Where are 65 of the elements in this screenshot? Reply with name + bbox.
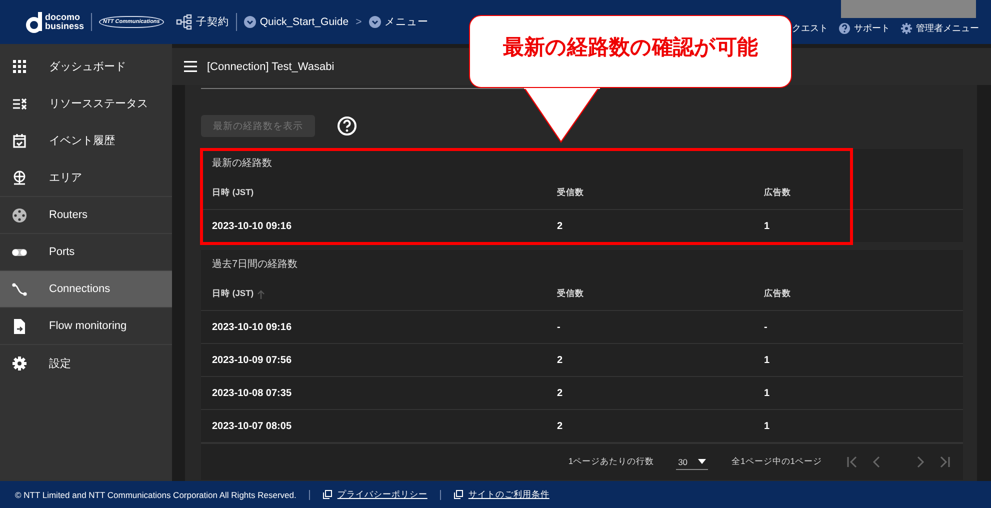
table-cell-text: 2 <box>557 420 564 432</box>
copyright-text: © NTT Limited and NTT Communications Corporation All Rights Reserved. <box>15 490 296 500</box>
table-cell-text: 2023-10-07 08:05 <box>212 420 293 432</box>
sidebar-item[interactable]: リソースステータス <box>0 85 172 122</box>
sidebar-item[interactable]: ダッシュボード <box>0 48 172 85</box>
table-cell-text: 2023-10-08 07:35 <box>212 388 293 398</box>
footer-link[interactable]: プライバシーポリシー <box>323 488 428 500</box>
breadcrumb-dropdown[interactable]: Quick_Start_Guide <box>244 16 349 28</box>
globe-icon <box>12 170 27 185</box>
table-cell-text: 2023-10-10 09:16 <box>212 220 293 232</box>
help-icon[interactable] <box>337 116 357 136</box>
menu-icon[interactable] <box>184 61 197 72</box>
chevron-circle-icon <box>244 16 256 28</box>
sidebar-item[interactable]: イベント履歴 <box>0 122 172 159</box>
external-link-icon <box>323 490 332 499</box>
footer-link[interactable]: サイトのご利用条件 <box>454 488 550 500</box>
header-link[interactable]: クエスト <box>792 22 828 35</box>
checklist-icon <box>12 96 27 111</box>
route-icon <box>12 282 27 296</box>
column-header[interactable]: 広告数 <box>764 288 963 300</box>
hierarchy-icon <box>176 14 192 30</box>
header-link[interactable]: 管理者メニュー <box>901 22 979 35</box>
first-page-icon[interactable] <box>846 456 858 468</box>
sidebar-item[interactable]: Connections <box>0 270 172 307</box>
table-title: 最新の経路数 <box>211 156 273 171</box>
page-title: [Connection] Test_Wasabi <box>207 60 334 72</box>
table-cell-text: - <box>764 322 768 332</box>
contract-menu[interactable]: 子契約 <box>176 14 229 30</box>
page-range-label: 全1ページ中の1ページ <box>732 456 822 468</box>
caret-icon <box>698 459 706 464</box>
grid-icon <box>12 59 27 74</box>
docomo-logo-icon <box>26 11 42 33</box>
external-link-icon <box>454 490 464 499</box>
column-header[interactable]: 広告数 <box>764 187 963 199</box>
column-header[interactable]: 受信数 <box>557 288 764 300</box>
callout-text: 最新の経路数の確認が可能 <box>502 34 759 61</box>
header-link[interactable]: サポート <box>839 22 890 35</box>
settings-icon <box>901 23 912 34</box>
chevron-circle-icon <box>368 16 381 28</box>
table-cell-text: 2 <box>557 388 564 398</box>
table-cell-text: 1 <box>764 388 771 398</box>
rows-per-page-select[interactable]: 30 <box>676 454 708 470</box>
column-header[interactable]: 日時 (JST) <box>212 187 557 199</box>
help-icon <box>839 23 850 34</box>
table-cell-text: 2 <box>557 220 564 232</box>
rows-per-page-label: 1ページあたりの行数 <box>568 456 654 468</box>
table-title: 過去7日間の経路数 <box>211 258 299 272</box>
settings-icon <box>12 356 27 370</box>
table-cell-text: 2 <box>557 354 564 366</box>
table-cell-text: 2023-10-10 09:16 <box>212 322 293 332</box>
table-cell-text: 1 <box>764 220 771 232</box>
table-cell-text: - <box>557 322 562 332</box>
table-cell-text: 1 <box>764 420 771 432</box>
router-icon <box>12 208 27 222</box>
last-page-icon[interactable] <box>939 456 951 468</box>
breadcrumb-dropdown[interactable]: メニュー <box>368 15 429 29</box>
column-header[interactable]: 日時 (JST) <box>212 288 557 300</box>
sidebar-item[interactable]: エリア <box>0 159 172 196</box>
breadcrumb-separator: > <box>356 16 362 28</box>
column-header[interactable]: 受信数 <box>557 187 764 199</box>
logo-text: docomo business <box>45 13 84 31</box>
document-icon <box>12 318 27 334</box>
table-cell-text: 2023-10-09 07:56 <box>212 354 293 366</box>
table-cell-text: 1 <box>764 354 771 366</box>
calendar-icon <box>12 133 27 148</box>
